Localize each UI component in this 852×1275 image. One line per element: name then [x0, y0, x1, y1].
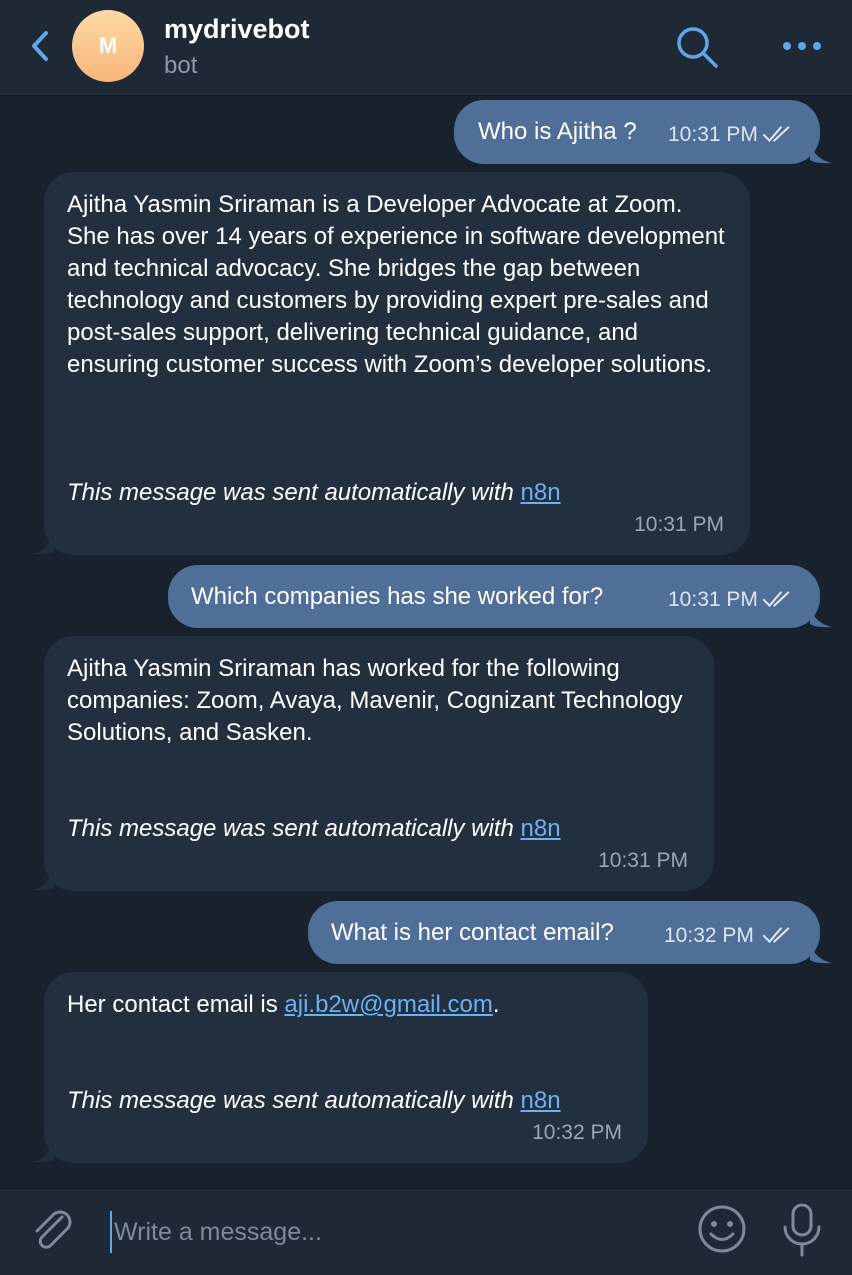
microphone-icon[interactable]	[780, 1201, 824, 1259]
message-time: 10:31 PM	[598, 849, 688, 872]
bubble-tail	[810, 608, 832, 628]
message-time: 10:32 PM	[532, 1121, 622, 1144]
double-check-icon	[762, 126, 790, 143]
bubble-tail	[810, 144, 832, 164]
more-icon[interactable]	[780, 34, 824, 58]
message-time: 10:31 PM	[668, 123, 758, 146]
bubble-tail	[32, 871, 54, 891]
message-text: Which companies has she worked for?	[191, 583, 604, 610]
outgoing-message[interactable]: Who is Ajitha ? 10:31 PM	[454, 100, 820, 164]
message-text-before: Her contact email is	[67, 991, 278, 1018]
emoji-icon[interactable]	[696, 1203, 748, 1255]
message-text: Her contact email is aji.b2w@gmail.com.	[67, 989, 628, 1021]
message-text-after: .	[492, 991, 500, 1018]
incoming-message[interactable]: Ajitha Yasmin Sriraman has worked for th…	[44, 636, 714, 891]
search-icon[interactable]	[674, 24, 720, 70]
bubble-tail	[810, 944, 832, 964]
message-text: Ajitha Yasmin Sriraman has worked for th…	[67, 655, 683, 746]
message-text: Ajitha Yasmin Sriraman is a Developer Ad…	[67, 191, 725, 378]
outgoing-message[interactable]: What is her contact email? 10:32 PM	[308, 901, 820, 964]
double-check-icon	[762, 927, 790, 944]
message-text: Who is Ajitha ?	[478, 118, 637, 145]
chevron-left-icon[interactable]	[26, 28, 56, 64]
message-input[interactable]	[110, 1211, 676, 1253]
avatar[interactable]: M	[72, 10, 144, 82]
message-time: 10:31 PM	[668, 588, 758, 611]
n8n-link[interactable]: n8n	[521, 479, 561, 506]
chat-title[interactable]: mydrivebot	[164, 14, 310, 45]
chat-header: M mydrivebot bot	[0, 0, 852, 96]
bubble-tail	[32, 535, 54, 555]
message-time: 10:32 PM	[664, 924, 754, 947]
outgoing-message[interactable]: Which companies has she worked for? 10:3…	[168, 565, 820, 628]
message-time: 10:31 PM	[634, 513, 724, 536]
incoming-message[interactable]: Her contact email is aji.b2w@gmail.com. …	[44, 972, 648, 1163]
auto-message-note: This message was sent automatically with	[67, 815, 514, 842]
incoming-message[interactable]: Ajitha Yasmin Sriraman is a Developer Ad…	[44, 172, 750, 555]
message-composer	[0, 1188, 852, 1275]
bubble-tail	[32, 1143, 54, 1163]
n8n-link[interactable]: n8n	[521, 815, 561, 842]
double-check-icon	[762, 591, 790, 608]
n8n-link[interactable]: n8n	[521, 1087, 561, 1114]
auto-message-note: This message was sent automatically with	[67, 1087, 514, 1114]
message-text: What is her contact email?	[331, 919, 614, 946]
email-link[interactable]: aji.b2w@gmail.com	[284, 991, 492, 1018]
auto-message-note: This message was sent automatically with	[67, 479, 514, 506]
chat-subtitle: bot	[164, 52, 198, 79]
paperclip-icon[interactable]	[28, 1205, 78, 1255]
